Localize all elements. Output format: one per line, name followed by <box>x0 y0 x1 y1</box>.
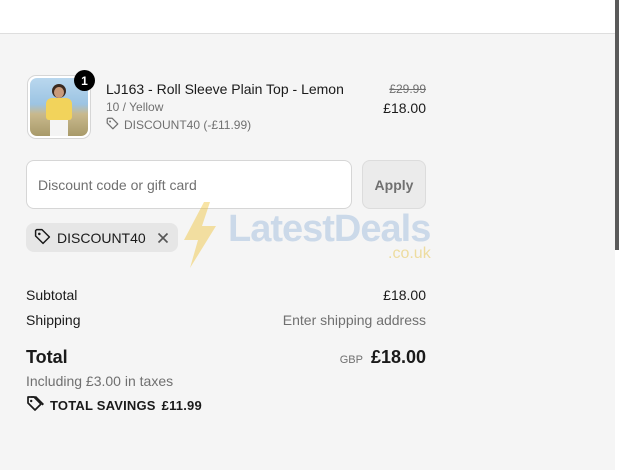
scrollbar-thumb[interactable] <box>615 0 619 250</box>
top-header-bar <box>0 0 615 34</box>
currency-code: GBP <box>339 354 363 366</box>
savings-label: TOTAL SAVINGS <box>50 398 156 413</box>
product-name: LJ163 - Roll Sleeve Plain Top - Lemon <box>106 81 344 97</box>
savings-value: £11.99 <box>161 398 202 413</box>
taxes-note: Including £3.00 in taxes <box>26 373 174 389</box>
shipping-value: Enter shipping address <box>282 312 426 328</box>
original-price: £29.99 <box>389 82 426 96</box>
subtotal-label: Subtotal <box>26 287 78 303</box>
product-variant: 10 / Yellow <box>106 100 164 114</box>
discount-code-input[interactable] <box>26 160 352 209</box>
current-price: £18.00 <box>383 100 426 116</box>
tag-icon <box>106 117 119 133</box>
shipping-label: Shipping <box>26 312 81 328</box>
watermark-subtext: .co.uk <box>388 245 431 262</box>
tag-icon <box>34 228 51 248</box>
watermark-text: LatestDeals <box>228 208 431 250</box>
quantity-badge: 1 <box>74 70 95 91</box>
watermark-logo: LatestDeals .co.uk <box>180 200 442 270</box>
subtotal-value: £18.00 <box>383 287 426 303</box>
close-icon[interactable] <box>156 231 170 245</box>
total-amount: £18.00 <box>370 347 426 367</box>
total-label: Total <box>26 347 68 367</box>
total-value-group: GBP £18.00 <box>340 347 426 368</box>
savings-tag-icon <box>26 396 45 415</box>
apply-button[interactable]: Apply <box>362 160 426 209</box>
applied-discount-code: DISCOUNT40 <box>57 229 146 246</box>
applied-discount-chip: DISCOUNT40 <box>26 223 178 252</box>
product-discount-label: DISCOUNT40 (-£11.99) <box>124 118 252 132</box>
total-savings: TOTAL SAVINGS £11.99 <box>26 396 202 415</box>
product-discount: DISCOUNT40 (-£11.99) <box>106 117 251 133</box>
